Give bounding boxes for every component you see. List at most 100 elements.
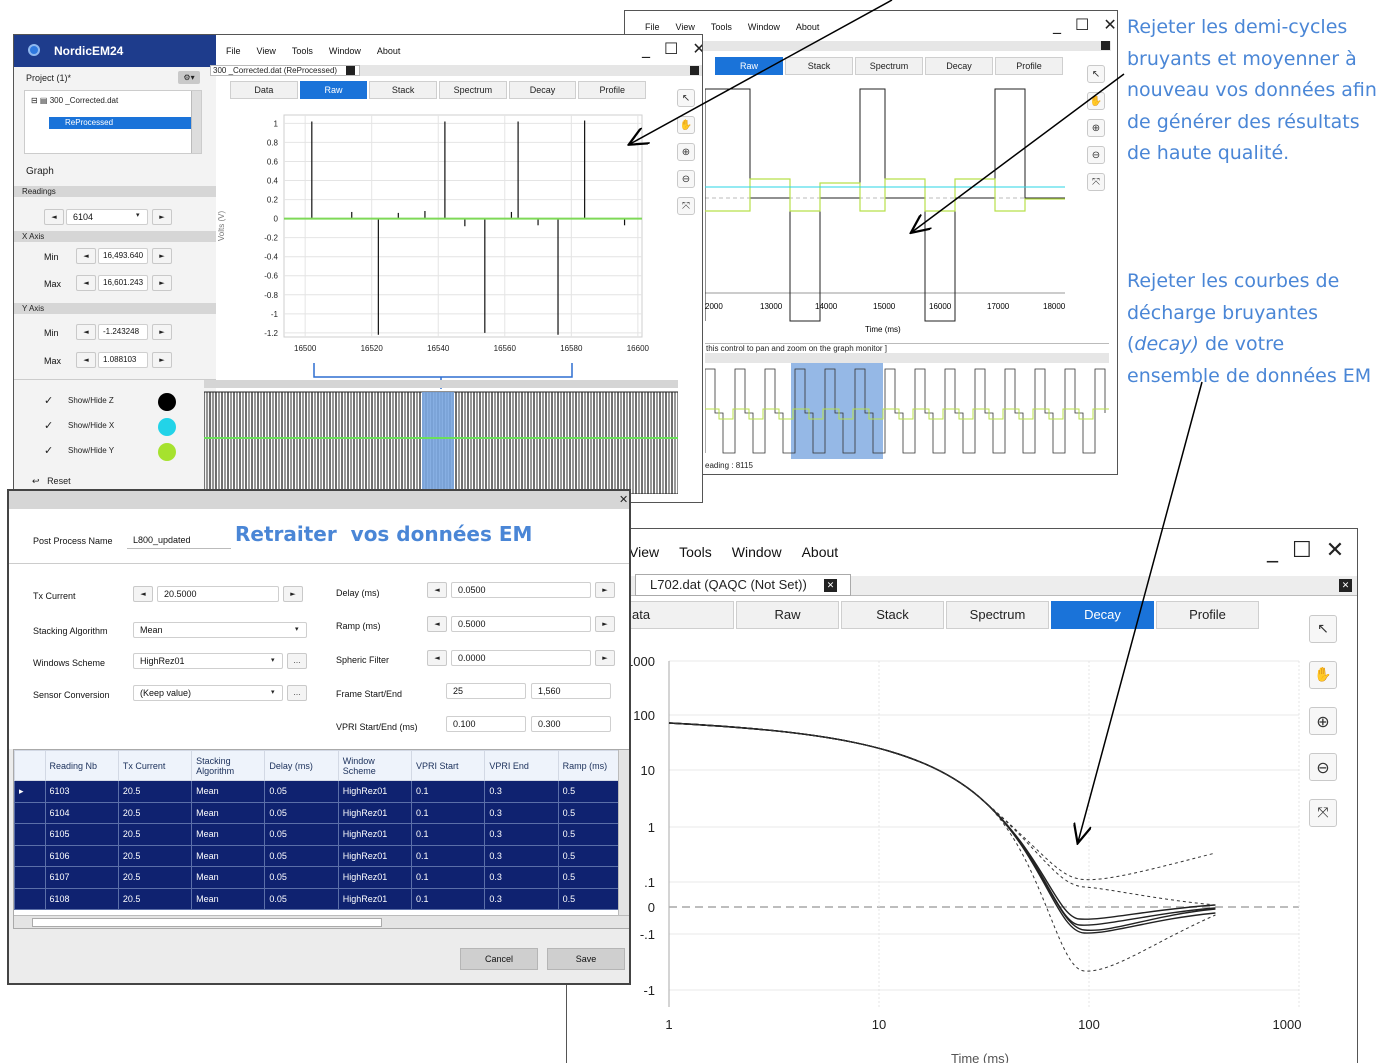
table-cell[interactable]: 20.5 (117, 823, 193, 846)
table-cell[interactable]: 6107 (44, 866, 119, 889)
frame-start-field[interactable]: 25 (446, 683, 526, 699)
table-cell[interactable]: 6108 (44, 887, 119, 910)
toggle-x[interactable]: ✓ Show/Hide X (44, 418, 204, 436)
tree-child[interactable]: ReProcessed (49, 117, 193, 129)
table-row[interactable]: 6105 20.5 Mean 0.05 HighRez01 0.1 0.3 0.5 (14, 823, 629, 846)
sensor-select[interactable]: (Keep value) (133, 685, 283, 701)
table-cell[interactable]: 0.1 (411, 801, 486, 824)
table-cell[interactable]: Mean (191, 780, 266, 803)
column-header[interactable]: Tx Current (117, 750, 193, 781)
tab-profile[interactable]: Profile (995, 57, 1063, 75)
table-cell[interactable]: Mean (191, 887, 266, 910)
table-cell[interactable]: 0.05 (264, 823, 339, 846)
table-cell[interactable]: 0.3 (484, 801, 559, 824)
table-cell[interactable]: 0.1 (411, 780, 486, 803)
hand-icon[interactable]: ✋ (1087, 92, 1105, 110)
tree-scrollbar[interactable] (191, 91, 201, 153)
tree-file[interactable]: ⊟ ▤ 300 _Corrected.dat (31, 96, 118, 105)
column-header[interactable]: VPRI Start (411, 750, 486, 781)
x-max-prev-button[interactable]: ◄ (76, 275, 96, 291)
menu-tools[interactable]: Tools (679, 544, 712, 560)
pointer-icon[interactable]: ↖ (1309, 615, 1337, 643)
grid-vscrollbar[interactable] (618, 750, 629, 915)
tab-decay[interactable]: Decay (925, 57, 993, 75)
tx-current-next-button[interactable]: ► (283, 586, 303, 602)
table-cell[interactable]: Mean (191, 801, 266, 824)
ramp-next-button[interactable]: ► (595, 616, 615, 632)
x-max-next-button[interactable]: ► (152, 275, 172, 291)
delay-next-button[interactable]: ► (595, 582, 615, 598)
tab-profile[interactable]: Profile (1156, 601, 1259, 629)
menu-window[interactable]: Window (748, 22, 780, 32)
spheric-prev-button[interactable]: ◄ (427, 650, 447, 666)
y-max-next-button[interactable]: ► (152, 352, 172, 368)
tab-decay[interactable]: Decay (508, 81, 577, 99)
grid-hscrollbar[interactable] (14, 915, 629, 928)
table-cell[interactable]: 20.5 (117, 866, 193, 889)
table-cell[interactable]: HighRez01 (337, 801, 413, 824)
tx-current-field[interactable]: 20.5000 (157, 586, 279, 602)
tab-spectrum[interactable]: Spectrum (439, 81, 507, 99)
row-indicator[interactable] (14, 844, 46, 867)
hand-icon[interactable]: ✋ (1309, 661, 1337, 689)
tab-data[interactable]: ata (629, 601, 734, 629)
hand-icon[interactable]: ✋ (677, 116, 695, 134)
menu-view[interactable]: View (629, 544, 659, 560)
fit-icon[interactable]: ⤧ (677, 197, 695, 215)
windows-select[interactable]: HighRez01 (133, 653, 283, 669)
tab-raw[interactable]: Raw (736, 601, 839, 629)
doc-tab-close-icon[interactable]: ✕ (824, 579, 837, 592)
table-cell[interactable]: 0.1 (411, 866, 486, 889)
table-row[interactable]: 6107 20.5 Mean 0.05 HighRez01 0.1 0.3 0.5 (14, 866, 629, 889)
table-row[interactable]: ▸ 6103 20.5 Mean 0.05 HighRez01 0.1 0.3 0.5 (14, 780, 629, 803)
table-cell[interactable]: 0.3 (484, 887, 559, 910)
pointer-icon[interactable]: ↖ (1087, 65, 1105, 83)
tab-stack[interactable]: Stack (841, 601, 944, 629)
pointer-icon[interactable]: ↖ (677, 89, 695, 107)
table-cell[interactable]: Mean (191, 823, 266, 846)
toggle-y[interactable]: ✓ Show/Hide Y (44, 443, 204, 461)
tab-profile[interactable]: Profile (578, 81, 647, 99)
menu-about[interactable]: About (377, 46, 401, 56)
menu-view[interactable]: View (676, 22, 695, 32)
panel-close-icon[interactable]: ✕ (1339, 579, 1352, 592)
table-row[interactable]: 6108 20.5 Mean 0.05 HighRez01 0.1 0.3 0.5 (14, 887, 629, 910)
table-cell[interactable]: Mean (191, 866, 266, 889)
reading-prev-button[interactable]: ◄ (44, 209, 64, 225)
table-cell[interactable]: 0.05 (264, 866, 339, 889)
table-cell[interactable]: 0.05 (264, 844, 339, 867)
maximize-icon[interactable]: ☐ (664, 39, 678, 58)
row-indicator[interactable]: ▸ (14, 780, 46, 803)
table-cell[interactable]: 0.1 (411, 823, 486, 846)
table-cell[interactable]: 20.5 (117, 780, 193, 803)
vpri-end-field[interactable]: 0.300 (531, 716, 611, 732)
fit-icon[interactable]: ⤧ (1087, 173, 1105, 191)
close-icon[interactable]: ✕ (1326, 538, 1344, 563)
close-icon[interactable]: ✕ (692, 39, 702, 58)
y-min-field[interactable]: -1.243248 (98, 324, 148, 340)
table-cell[interactable]: HighRez01 (337, 823, 413, 846)
tab-raw[interactable]: Raw (299, 81, 368, 99)
x-min-next-button[interactable]: ► (152, 248, 172, 264)
save-button[interactable]: Save (547, 948, 625, 970)
zoom-out-icon[interactable]: ⊖ (1087, 146, 1105, 164)
ramp-field[interactable]: 0.5000 (451, 616, 591, 632)
zoom-in-icon[interactable]: ⊕ (677, 143, 695, 161)
menu-tools[interactable]: Tools (292, 46, 313, 56)
table-cell[interactable]: 0.1 (411, 887, 486, 910)
zoom-in-icon[interactable]: ⊕ (1087, 119, 1105, 137)
close-icon[interactable]: ✕ (1103, 15, 1116, 34)
post-process-input[interactable]: L800_updated (127, 533, 231, 549)
menu-window[interactable]: Window (732, 544, 782, 560)
table-row[interactable]: 6104 20.5 Mean 0.05 HighRez01 0.1 0.3 0.5 (14, 801, 629, 824)
ramp-prev-button[interactable]: ◄ (427, 616, 447, 632)
menu-about[interactable]: About (796, 22, 820, 32)
stacking-select[interactable]: Mean (133, 622, 307, 638)
y-min-next-button[interactable]: ► (152, 324, 172, 340)
minimize-icon[interactable]: _ (1267, 538, 1278, 563)
row-indicator[interactable] (14, 823, 46, 846)
tab-stack[interactable]: Stack (785, 57, 853, 75)
vpri-start-field[interactable]: 0.100 (446, 716, 526, 732)
table-cell[interactable]: HighRez01 (337, 866, 413, 889)
menu-window[interactable]: Window (329, 46, 361, 56)
